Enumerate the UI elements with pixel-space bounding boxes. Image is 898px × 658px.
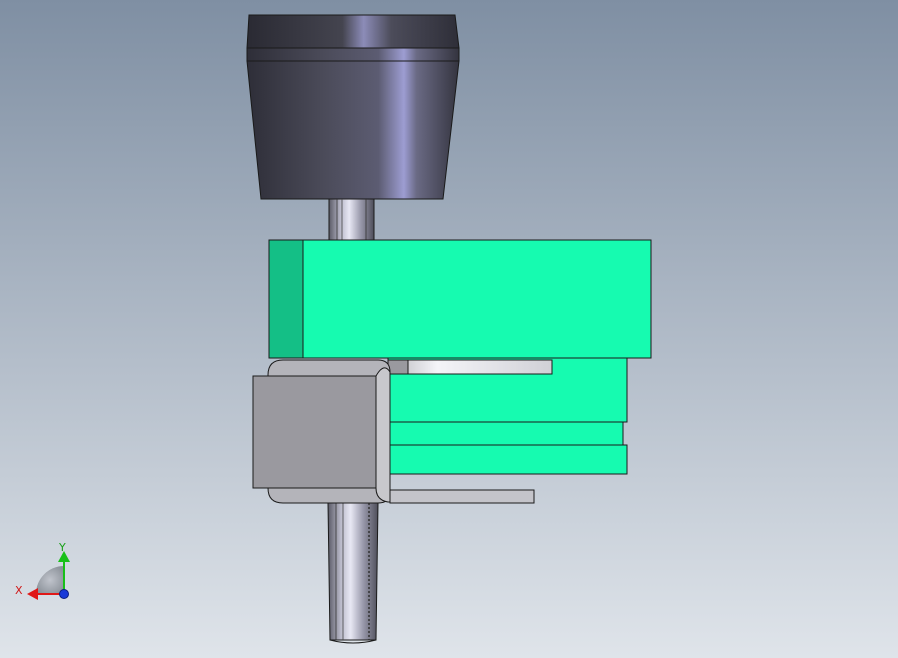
knob-band [246,47,460,62]
upper-shaft-body [328,198,375,241]
bracket-bottom-tab [389,489,535,504]
upper-housing-side [268,239,304,359]
knob-top-ring [246,14,460,49]
lower-housing-plate [387,421,624,446]
terminal-bar-end [387,359,409,375]
lower-housing[interactable] [387,357,628,475]
upper-housing[interactable] [268,239,652,359]
lower-shaft-body [327,502,379,641]
terminal-bar-body [387,359,553,375]
knob[interactable] [246,14,460,200]
model-canvas[interactable]: Y X [0,0,898,658]
upper-shaft[interactable] [328,198,375,241]
terminal-bar[interactable] [387,359,553,375]
bracket-front-block [252,375,377,489]
bracket-bend [375,367,391,503]
z-axis-origin [59,589,69,599]
upper-housing-face [268,239,652,359]
y-axis-label: Y [58,541,66,554]
x-axis-label: X [15,584,23,597]
cad-viewport[interactable]: Y X [0,0,898,658]
lower-shaft[interactable] [327,502,379,644]
lower-housing-base [387,444,628,475]
knob-body [246,60,460,200]
